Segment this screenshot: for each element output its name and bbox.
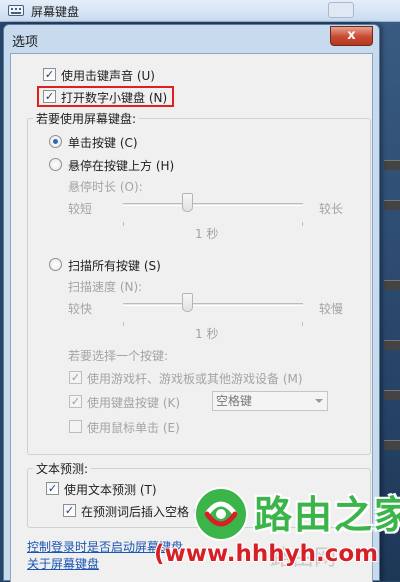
hover-slider-thumb[interactable]: [181, 193, 193, 212]
hover-radio[interactable]: [49, 158, 62, 171]
dialog-title: 选项: [12, 35, 39, 50]
about-link[interactable]: 关于屏幕键盘: [27, 555, 99, 572]
key-sound-label[interactable]: 使用击键声音 (U): [61, 67, 155, 84]
scan-slider-thumb[interactable]: [181, 293, 193, 312]
watermark-brand: 路由之家: [254, 493, 400, 537]
close-button[interactable]: x: [330, 26, 373, 46]
use-prediction-label[interactable]: 使用文本预测 (T): [64, 481, 157, 498]
close-icon: x: [347, 28, 356, 43]
usage-group-caption: 若要使用屏幕键盘:: [33, 110, 140, 127]
click-keys-label[interactable]: 单击按键 (C): [68, 134, 138, 151]
insert-space-checkbox[interactable]: ✓: [63, 504, 76, 517]
keyboard-key-select[interactable]: 空格键: [212, 391, 328, 411]
osk-title-bar: 屏幕键盘: [0, 0, 400, 22]
scan-radio[interactable]: [49, 258, 62, 271]
router-logo-icon: [194, 487, 248, 541]
hover-max-label: 较长: [319, 202, 344, 216]
hover-label[interactable]: 悬停在按键上方 (H): [68, 157, 174, 174]
click-keys-radio[interactable]: [49, 135, 62, 148]
scan-label[interactable]: 扫描所有按键 (S): [68, 257, 161, 274]
scan-min-label: 较快: [68, 302, 93, 316]
osk-minimize-button[interactable]: [328, 2, 354, 18]
joystick-label[interactable]: 使用游戏杆、游戏板或其他游戏设备 (M): [87, 370, 303, 387]
prediction-group-caption: 文本预测:: [33, 460, 92, 477]
keyboard-icon: [8, 5, 24, 16]
hover-min-label: 较短: [68, 202, 93, 216]
keyboard-key-selected: 空格键: [216, 394, 253, 408]
hover-value-label: 1 秒: [195, 227, 219, 241]
hover-duration-label: 悬停时长 (O):: [68, 180, 143, 194]
scan-max-label: 较慢: [319, 302, 344, 316]
scan-speed-label: 扫描速度 (N):: [68, 280, 143, 294]
keyboard-key-label[interactable]: 使用键盘按键 (K): [87, 394, 180, 411]
numeric-keypad-checkbox[interactable]: ✓: [43, 90, 56, 103]
mouse-click-checkbox[interactable]: [69, 420, 82, 433]
use-prediction-checkbox[interactable]: ✓: [46, 482, 59, 495]
scan-value-label: 1 秒: [195, 327, 219, 341]
mouse-click-label[interactable]: 使用鼠标单击 (E): [87, 419, 180, 436]
scan-slider-track[interactable]: [123, 303, 303, 306]
key-sound-checkbox[interactable]: ✓: [43, 68, 56, 81]
numeric-keypad-label[interactable]: 打开数字小键盘 (N): [61, 89, 167, 106]
chevron-down-icon: [315, 399, 323, 403]
joystick-checkbox[interactable]: ✓: [69, 371, 82, 384]
osk-title: 屏幕键盘: [31, 5, 80, 19]
watermark-url: (www.hhhyh.com: [154, 541, 379, 567]
keyboard-key-checkbox[interactable]: ✓: [69, 395, 82, 408]
select-key-caption: 若要选择一个按键:: [68, 349, 169, 363]
hover-slider-track[interactable]: [123, 203, 303, 206]
